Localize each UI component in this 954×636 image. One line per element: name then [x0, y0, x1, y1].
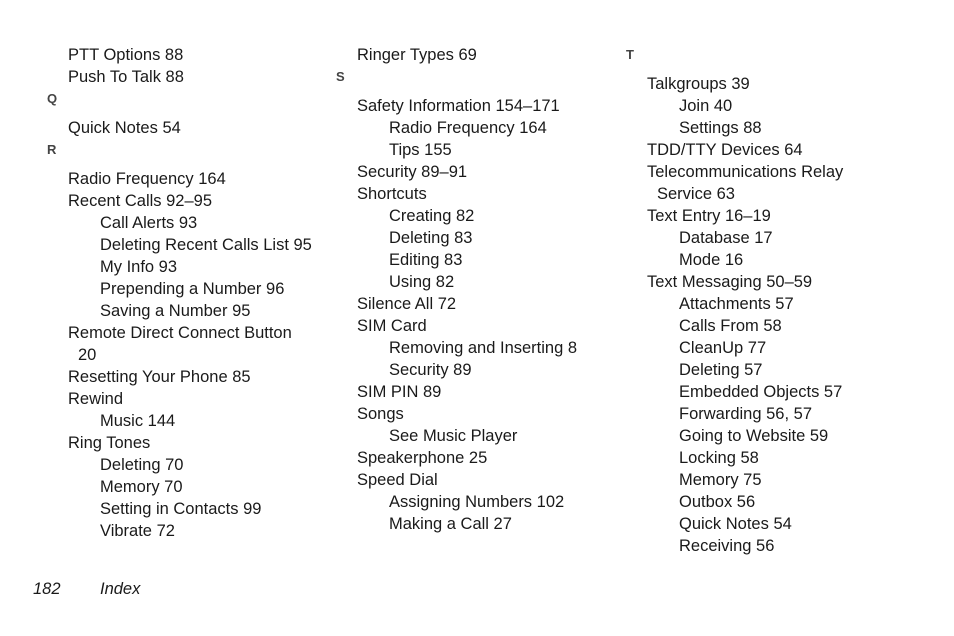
index-subentry: Receiving 56: [679, 537, 775, 555]
index-subentry: Going to Website 59: [679, 427, 829, 445]
index-entry: TDD/TTY Devices 64: [647, 141, 803, 159]
index-columns: PTT Options 88 Push To Talk 88 Q Quick Note…: [0, 44, 954, 555]
index-entry: Telecommunications Relay: [647, 163, 844, 181]
index-subentry: Calls From 58: [679, 317, 782, 335]
index-subentry: Outbox 56: [679, 493, 756, 511]
index-column-3: T Talkgroups 39 Join 40 Settings 88 TDD/TTY …: [626, 47, 844, 555]
index-subentry: Mode 16: [679, 251, 744, 269]
page-footer: 182 Index: [0, 580, 954, 604]
index-subentry: Settings 88: [679, 119, 762, 137]
index-subentry: Embedded Objects 57: [679, 383, 843, 401]
index-entry-continuation: Service 63: [657, 185, 735, 203]
index-entry: Text Entry 16–19: [647, 207, 771, 225]
index-subentry: Join 40: [679, 97, 733, 115]
index-subentry: Attachments 57: [679, 295, 794, 313]
index-subentry: Locking 58: [679, 449, 759, 467]
index-page: PTT Options 88 Push To Talk 88 Q Quick Note…: [0, 0, 954, 636]
index-subentry: CleanUp 77: [679, 339, 767, 357]
index-subentry: Database 17: [679, 229, 773, 247]
index-subentry: Forwarding 56, 57: [679, 405, 812, 423]
index-subentry: Deleting 57: [679, 361, 763, 379]
index-entry: Talkgroups 39: [647, 75, 750, 93]
index-subentry: Quick Notes 54: [679, 515, 792, 533]
index-subentry: Memory 75: [679, 471, 762, 489]
footer-page-number: 182: [33, 580, 61, 598]
footer-section-label: Index: [100, 580, 141, 598]
index-entry: Text Messaging 50–59: [647, 273, 813, 291]
